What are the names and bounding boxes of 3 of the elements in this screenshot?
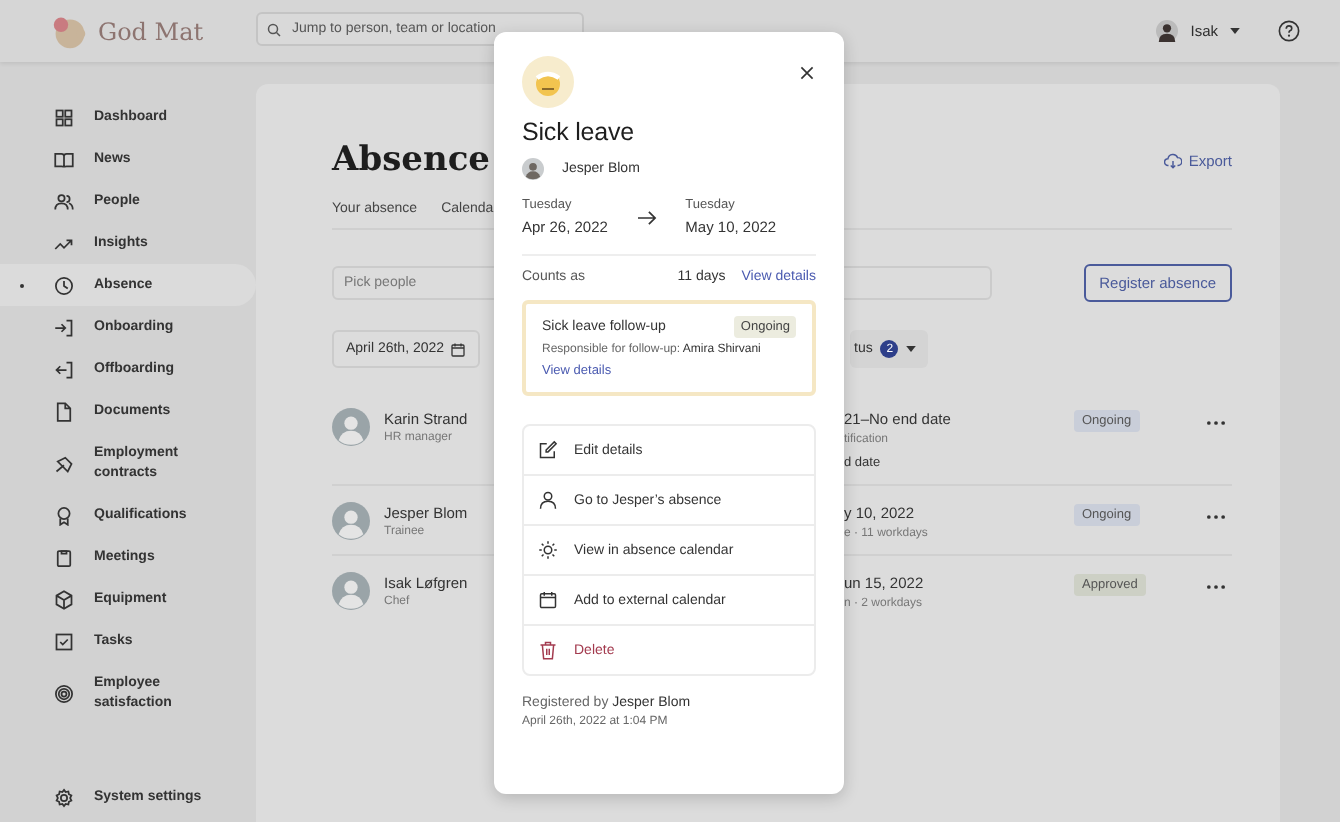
logo-text: God Mat xyxy=(98,17,204,45)
page-title: Absence xyxy=(332,140,490,180)
dialog-title: Sick leave xyxy=(522,118,636,146)
